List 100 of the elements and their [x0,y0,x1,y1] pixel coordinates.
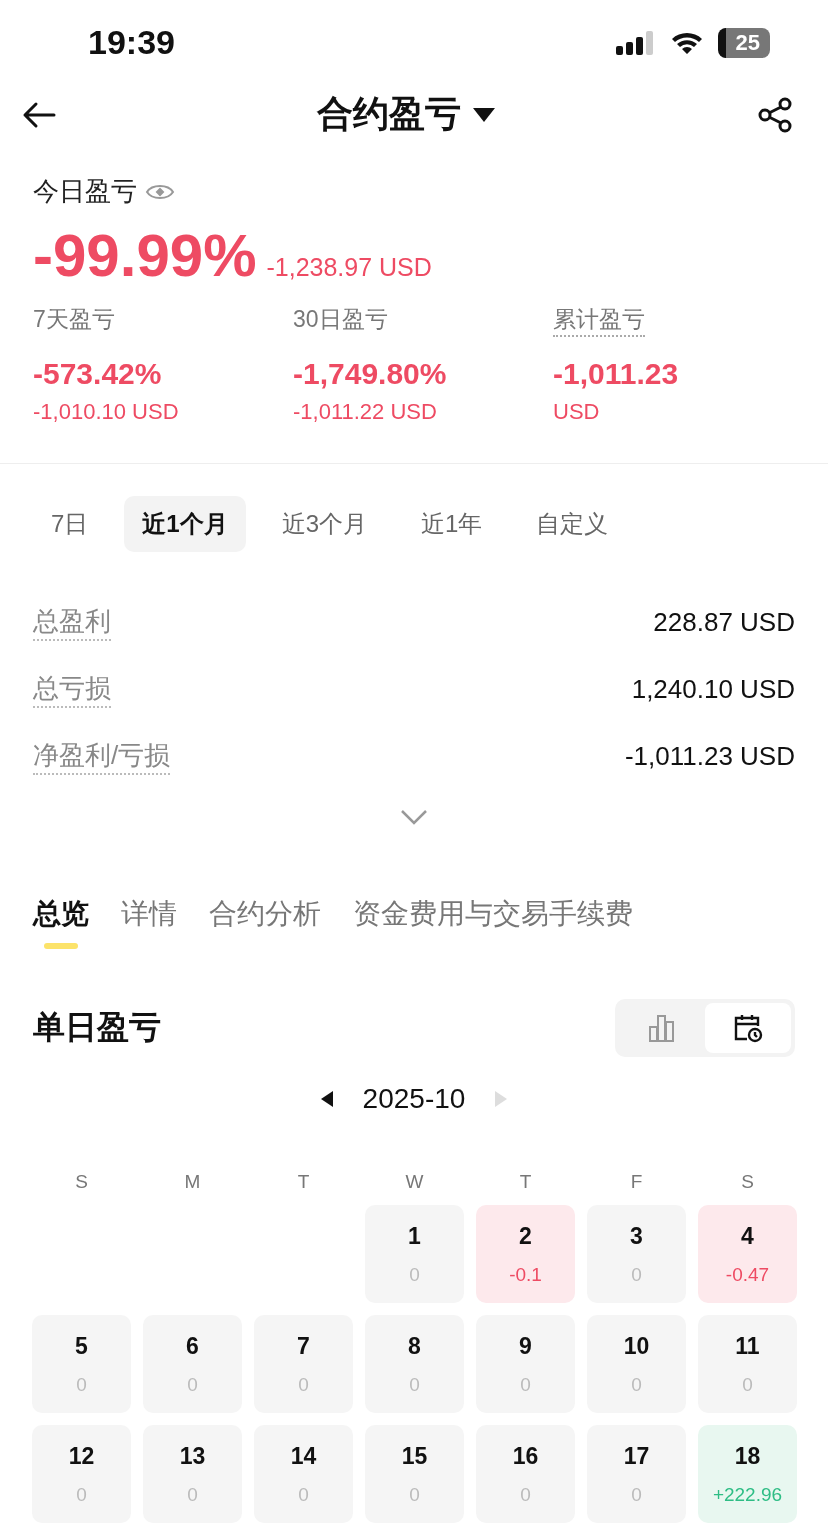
weekday-label: T [519,1171,532,1193]
calendar-day[interactable]: 3 0 [587,1205,686,1303]
day-pnl: 0 [409,1263,420,1286]
day-number: 12 [68,1442,95,1470]
calendar-day[interactable]: 12 0 [32,1425,131,1523]
bar-chart-icon [647,1013,677,1043]
calendar-day[interactable]: 8 0 [365,1315,464,1413]
summary-label: 总盈利 [33,604,111,641]
period-tab[interactable]: 近1年 [403,496,501,552]
expand-chevron-icon[interactable] [400,809,428,825]
day-number: 11 [735,1332,760,1360]
today-pnl-label: 今日盈亏 [33,175,137,209]
stat-label: 7天盈亏 [33,305,115,335]
day-number: 9 [519,1332,532,1360]
section-tab[interactable]: 合约分析 [209,895,321,963]
calendar-day[interactable]: 16 0 [476,1425,575,1523]
period-tab[interactable]: 近1个月 [124,496,246,552]
summary-value: 228.87 USD [653,607,795,638]
day-pnl: 0 [76,1373,87,1396]
calendar-day[interactable]: 6 0 [143,1315,242,1413]
calendar-clock-icon [732,1012,764,1044]
daily-pnl-title: 单日盈亏 [33,1008,161,1047]
summary-label: 净盈利/亏损 [33,738,171,775]
share-button[interactable] [756,96,794,134]
month-label: 2025-10 [362,1083,466,1115]
stat-amount: -1,010.10 USD [33,399,179,426]
weekday-label: T [297,1171,310,1193]
day-pnl: 0 [631,1483,642,1506]
stat-amount: -1,011.22 USD [293,399,437,426]
section-tab[interactable]: 详情 [121,895,177,963]
left-triangle-icon [320,1091,333,1107]
calendar-day[interactable]: 2 -0.1 [476,1205,575,1303]
period-tab[interactable]: 近3个月 [263,496,386,552]
calendar-day[interactable]: 13 0 [143,1425,242,1523]
calendar-day[interactable]: 10 0 [587,1315,686,1413]
day-pnl: +222.96 [712,1483,783,1506]
section-tab[interactable]: 资金费用与交易手续费 [353,895,633,963]
day-number: 4 [741,1222,754,1250]
day-pnl: 0 [187,1483,198,1506]
day-number: 16 [512,1442,539,1470]
calendar-day[interactable]: 18 +222.96 [698,1425,797,1523]
calendar-day[interactable]: 5 0 [32,1315,131,1413]
day-number: 1 [408,1222,421,1250]
day-pnl: 0 [298,1483,309,1506]
weekday-label: M [184,1171,201,1193]
calendar-day[interactable]: 14 0 [254,1425,353,1523]
weekday-label: F [630,1171,643,1193]
day-pnl: -0.47 [725,1263,770,1286]
today-pnl-amount: -1,238.97 USD [266,253,432,283]
back-arrow-icon [22,101,56,129]
period-tab[interactable]: 自定义 [518,496,627,552]
weekday-label: S [75,1171,88,1193]
period-tab[interactable]: 7日 [33,496,107,552]
battery-level: 25 [717,27,770,58]
summary-value: -1,011.23 USD [624,741,795,772]
day-number: 6 [186,1332,199,1360]
stat-label: 累计盈亏 [553,304,645,338]
today-pnl-percent: -99.99% [33,221,257,291]
previous-month-button[interactable] [320,1091,333,1107]
right-triangle-icon [495,1091,508,1107]
calendar-day[interactable]: 11 0 [698,1315,797,1413]
calendar-day[interactable]: 4 -0.47 [698,1205,797,1303]
summary-label: 总亏损 [33,671,111,708]
day-number: 18 [734,1442,761,1470]
weekday-label: W [405,1171,424,1193]
day-pnl: 0 [409,1373,420,1396]
day-number: 10 [623,1332,650,1360]
calendar-day[interactable]: 7 0 [254,1315,353,1413]
stat-value: -1,749.80% [293,357,447,392]
day-number: 13 [179,1442,206,1470]
title-dropdown[interactable]: 合约盈亏 [317,90,495,140]
calendar-day[interactable]: 9 0 [476,1315,575,1413]
weekday-label: S [741,1171,754,1193]
day-pnl: 0 [76,1483,87,1506]
active-tab-indicator [44,943,78,949]
signal-icon [615,30,656,55]
section-tab[interactable]: 总览 [33,895,89,963]
day-pnl: -0.1 [509,1263,542,1286]
day-pnl: 0 [187,1373,198,1396]
day-pnl: 0 [409,1483,420,1506]
day-number: 3 [630,1222,643,1250]
calendar-day[interactable]: 1 0 [365,1205,464,1303]
day-number: 2 [519,1222,532,1250]
stat-value: -573.42% [33,357,162,392]
caret-icon [473,108,495,122]
day-pnl: 0 [631,1373,642,1396]
calendar-day[interactable]: 15 0 [365,1425,464,1523]
status-time: 19:39 [88,23,175,63]
day-pnl: 0 [298,1373,309,1396]
day-number: 7 [297,1332,310,1360]
stat-label: 30日盈亏 [293,305,388,335]
calendar-day[interactable]: 17 0 [587,1425,686,1523]
summary-value: 1,240.10 USD [631,674,795,705]
share-icon [756,96,794,134]
day-pnl: 0 [520,1483,531,1506]
back-button[interactable] [22,101,56,129]
day-pnl: 0 [631,1263,642,1286]
stat-amount: USD [553,399,600,426]
view-button[interactable] [705,1003,791,1053]
day-number: 14 [290,1442,317,1470]
